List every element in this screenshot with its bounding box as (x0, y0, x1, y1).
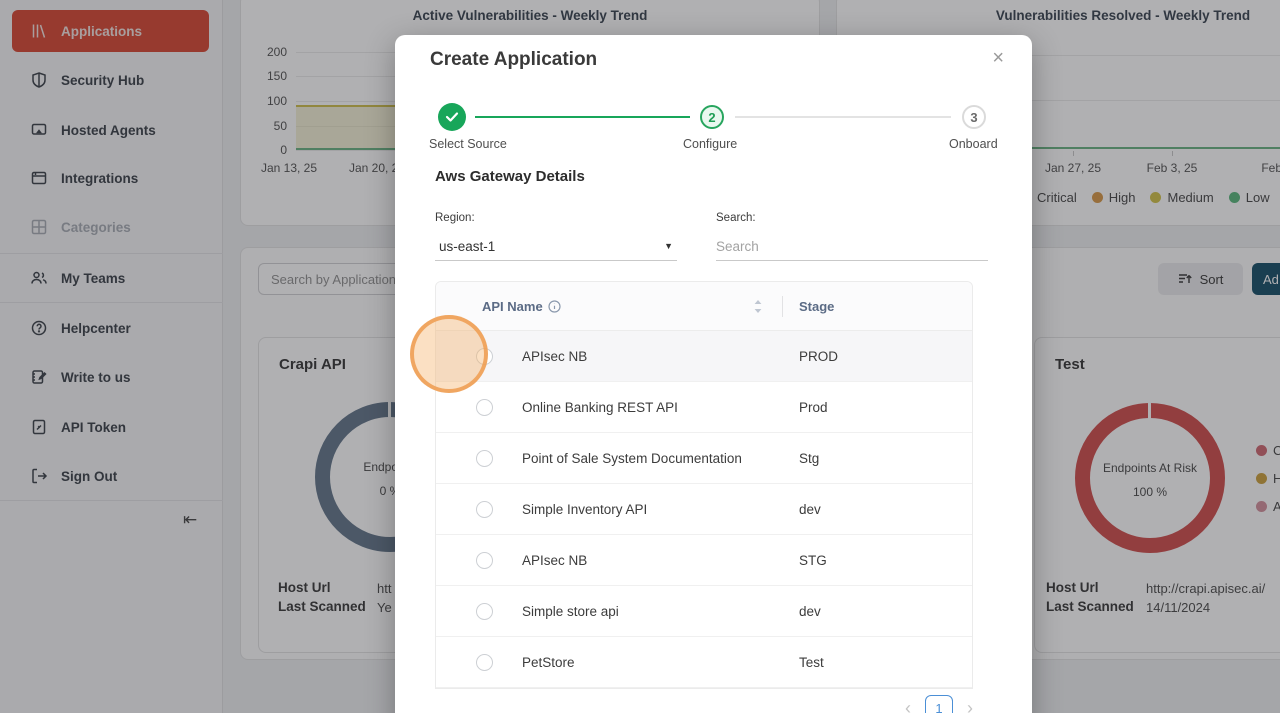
step-label-select-source: Select Source (429, 137, 507, 151)
row-radio[interactable] (476, 501, 493, 518)
table-row[interactable]: Simple store api dev (436, 586, 972, 637)
column-header-stage[interactable]: Stage (799, 299, 834, 314)
modal-title: Create Application (430, 49, 597, 71)
table-row[interactable]: APIsec NB PROD (436, 331, 972, 382)
table-row[interactable]: Online Banking REST API Prod (436, 382, 972, 433)
next-page-icon[interactable]: › (967, 699, 973, 713)
step-configure[interactable]: 2 (700, 105, 724, 129)
table-header: API Name Stage (436, 282, 972, 331)
app-screen: Applications Security Hub Hosted Agents … (0, 0, 1280, 713)
step-onboard[interactable]: 3 (962, 105, 986, 129)
table-row[interactable]: APIsec NB STG (436, 535, 972, 586)
api-search-input[interactable] (716, 232, 988, 261)
create-application-modal: Create Application × 2 3 Select Source C… (395, 35, 1032, 713)
column-divider (782, 296, 783, 317)
step-connector-done (475, 116, 690, 118)
row-radio[interactable] (476, 654, 493, 671)
row-radio[interactable] (476, 552, 493, 569)
step-select-source[interactable] (438, 103, 466, 131)
previous-page-icon[interactable]: ‹ (905, 699, 911, 713)
column-header-api-name[interactable]: API Name (482, 299, 561, 314)
table-row[interactable]: PetStore Test (436, 637, 972, 688)
step-label-onboard: Onboard (949, 137, 998, 151)
table-row[interactable]: Simple Inventory API dev (436, 484, 972, 535)
click-highlight-indicator (410, 315, 488, 393)
api-table: API Name Stage APIsec NB PROD Online Ban… (435, 281, 973, 689)
row-radio[interactable] (476, 450, 493, 467)
dropdown-caret-icon: ▼ (664, 241, 673, 251)
close-icon[interactable]: × (992, 47, 1004, 70)
pagination: ‹ 1 › (435, 695, 973, 713)
page-number[interactable]: 1 (925, 695, 953, 713)
region-value: us-east-1 (439, 239, 495, 254)
info-icon (548, 300, 561, 313)
search-label: Search: (716, 212, 756, 224)
sort-arrows-icon[interactable] (753, 299, 763, 319)
step-connector-todo (735, 116, 951, 118)
row-radio[interactable] (476, 399, 493, 416)
step-label-configure: Configure (683, 137, 737, 151)
check-icon (445, 111, 459, 123)
region-label: Region: (435, 212, 475, 224)
region-select[interactable]: us-east-1 ▼ (435, 232, 677, 261)
sort-arrows-icon (753, 299, 763, 314)
row-radio[interactable] (476, 603, 493, 620)
table-row[interactable]: Point of Sale System Documentation Stg (436, 433, 972, 484)
section-title: Aws Gateway Details (435, 168, 585, 185)
